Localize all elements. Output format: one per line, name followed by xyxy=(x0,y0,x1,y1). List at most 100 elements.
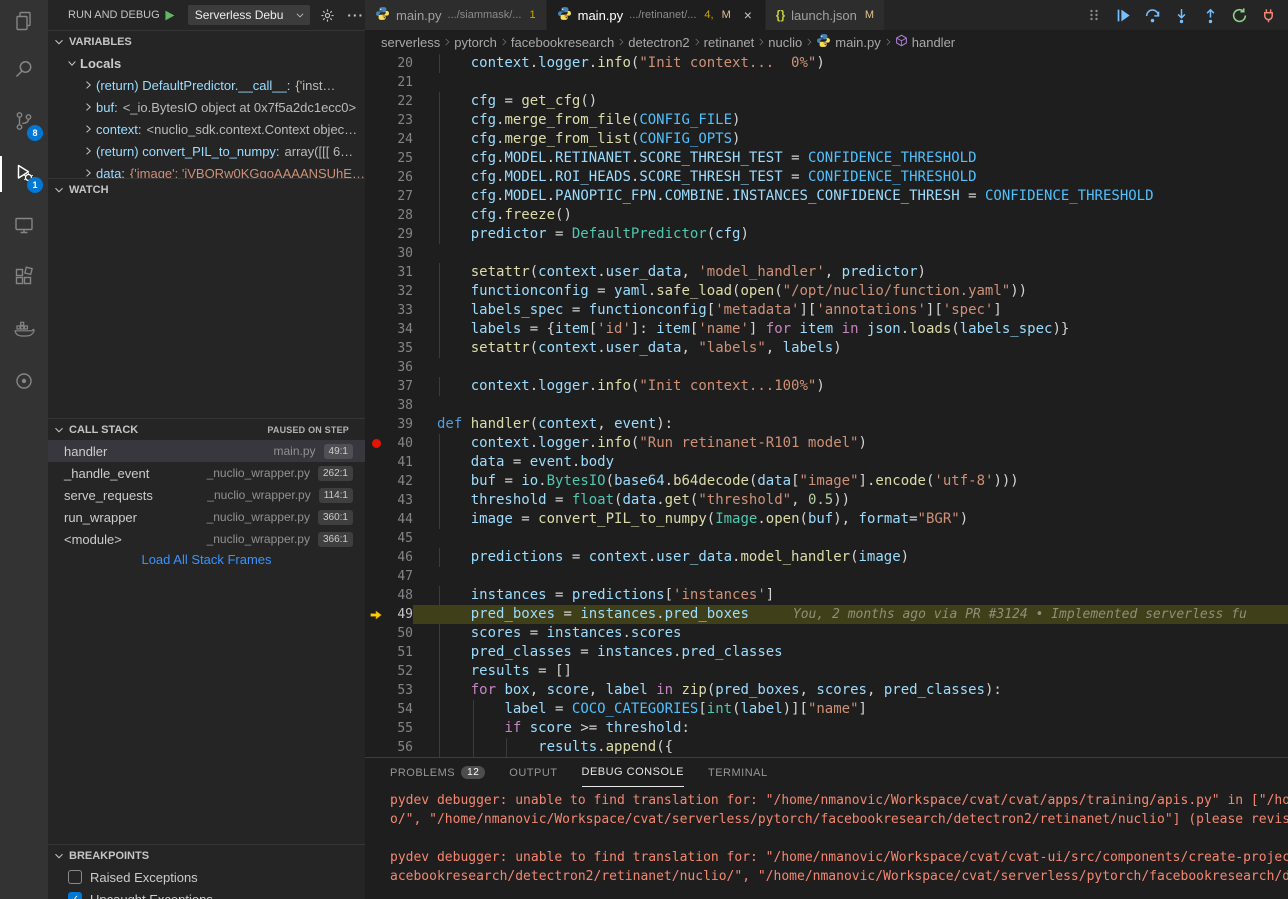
breakpoint-icon[interactable] xyxy=(372,439,381,448)
stack-frame[interactable]: handlermain.py49:1 xyxy=(48,440,365,462)
breakpoint-margin[interactable] xyxy=(365,510,387,529)
breadcrumb-item[interactable]: facebookresearch xyxy=(511,35,614,50)
variable-row[interactable]: data:{'image': 'iVBORw0KGgoAAAANSUhE… xyxy=(48,162,365,178)
variable-row[interactable]: context:<nuclio_sdk.context.Context obje… xyxy=(48,118,365,140)
breakpoint-margin[interactable] xyxy=(365,320,387,339)
breakpoint-row[interactable]: Raised Exceptions xyxy=(48,866,365,888)
variables-section-header[interactable]: VARIABLES xyxy=(48,30,365,52)
code-line-47[interactable]: 47 xyxy=(365,567,1288,586)
code-line-24[interactable]: 24 cfg.merge_from_list(CONFIG_OPTS) xyxy=(365,130,1288,149)
activitybar-extensions[interactable] xyxy=(0,252,48,304)
breakpoint-row[interactable]: ✓Uncaught Exceptions xyxy=(48,888,365,899)
breakpoint-margin[interactable] xyxy=(365,149,387,168)
breakpoint-margin[interactable] xyxy=(365,567,387,586)
breadcrumb-item[interactable]: main.py xyxy=(816,33,881,51)
launch-config-dropdown[interactable]: Serverless Debu xyxy=(188,5,310,25)
debug-start-button[interactable] xyxy=(160,5,180,25)
code-line-22[interactable]: 22 cfg = get_cfg() xyxy=(365,92,1288,111)
code-line-44[interactable]: 44 image = convert_PIL_to_numpy(Image.op… xyxy=(365,510,1288,529)
variable-row[interactable]: (return) convert_PIL_to_numpy:array([[[ … xyxy=(48,140,365,162)
breadcrumb-item[interactable]: nuclio xyxy=(768,35,802,50)
code-line-35[interactable]: 35 setattr(context.user_data, "labels", … xyxy=(365,339,1288,358)
variables-scope-locals[interactable]: Locals xyxy=(48,52,365,74)
code-line-42[interactable]: 42 buf = io.BytesIO(base64.b64decode(dat… xyxy=(365,472,1288,491)
breakpoint-margin[interactable] xyxy=(365,225,387,244)
breadcrumb-item[interactable]: detectron2 xyxy=(628,35,689,50)
code-line-25[interactable]: 25 cfg.MODEL.RETINANET.SCORE_THRESH_TEST… xyxy=(365,149,1288,168)
more-actions-icon[interactable]: ··· xyxy=(346,5,365,25)
debug-console-output[interactable]: pydev debugger: unable to find translati… xyxy=(365,787,1288,899)
panel-tab-problems[interactable]: PROBLEMS12 xyxy=(390,758,485,787)
code-line-34[interactable]: 34 labels = {item['id']: item['name'] fo… xyxy=(365,320,1288,339)
editor-tab[interactable]: main.py.../retinanet/...4,M× xyxy=(547,0,766,30)
breakpoint-margin[interactable] xyxy=(365,339,387,358)
breakpoint-margin[interactable] xyxy=(365,472,387,491)
code-line-51[interactable]: 51 pred_classes = instances.pred_classes xyxy=(365,643,1288,662)
panel-tab-debug-console[interactable]: DEBUG CONSOLE xyxy=(582,758,684,787)
step-over-button[interactable] xyxy=(1142,5,1162,25)
breakpoint-margin[interactable] xyxy=(365,453,387,472)
code-line-20[interactable]: 20 context.logger.info("Init context... … xyxy=(365,54,1288,73)
code-line-46[interactable]: 46 predictions = context.user_data.model… xyxy=(365,548,1288,567)
toolbar-grip-icon[interactable] xyxy=(1084,5,1104,25)
breakpoint-margin[interactable] xyxy=(365,54,387,73)
code-line-30[interactable]: 30 xyxy=(365,244,1288,263)
breakpoint-margin[interactable] xyxy=(365,377,387,396)
code-line-38[interactable]: 38 xyxy=(365,396,1288,415)
checkbox[interactable] xyxy=(68,870,82,884)
breakpoint-margin[interactable] xyxy=(365,301,387,320)
breakpoint-margin[interactable] xyxy=(365,434,387,453)
checkbox[interactable]: ✓ xyxy=(68,892,82,899)
breakpoint-margin[interactable] xyxy=(365,738,387,757)
code-line-32[interactable]: 32 functionconfig = yaml.safe_load(open(… xyxy=(365,282,1288,301)
code-line-28[interactable]: 28 cfg.freeze() xyxy=(365,206,1288,225)
stack-frame[interactable]: run_wrapper_nuclio_wrapper.py360:1 xyxy=(48,506,365,528)
variable-row[interactable]: buf:<_io.BytesIO object at 0x7f5a2dc1ecc… xyxy=(48,96,365,118)
breakpoint-margin[interactable] xyxy=(365,586,387,605)
breakpoint-margin[interactable] xyxy=(365,415,387,434)
breakpoint-margin[interactable] xyxy=(365,92,387,111)
breakpoint-margin[interactable] xyxy=(365,396,387,415)
breakpoint-margin[interactable] xyxy=(365,662,387,681)
activitybar-docker[interactable] xyxy=(0,304,48,356)
activitybar-explorer[interactable] xyxy=(0,0,48,44)
code-line-50[interactable]: 50 scores = instances.scores xyxy=(365,624,1288,643)
breakpoint-margin[interactable] xyxy=(365,282,387,301)
code-line-55[interactable]: 55 if score >= threshold: xyxy=(365,719,1288,738)
call-stack-section-header[interactable]: CALL STACK PAUSED ON STEP xyxy=(48,418,365,440)
breakpoints-section-header[interactable]: BREAKPOINTS xyxy=(48,844,365,866)
code-line-43[interactable]: 43 threshold = float(data.get("threshold… xyxy=(365,491,1288,510)
code-line-53[interactable]: 53 for box, score, label in zip(pred_box… xyxy=(365,681,1288,700)
activitybar-source-control[interactable]: 8 xyxy=(0,96,48,148)
panel-tab-output[interactable]: OUTPUT xyxy=(509,758,557,787)
code-line-37[interactable]: 37 context.logger.info("Init context...1… xyxy=(365,377,1288,396)
code-line-27[interactable]: 27 cfg.MODEL.PANOPTIC_FPN.COMBINE.INSTAN… xyxy=(365,187,1288,206)
breakpoint-margin[interactable] xyxy=(365,681,387,700)
continue-button[interactable] xyxy=(1113,5,1133,25)
stack-frame[interactable]: _handle_event_nuclio_wrapper.py262:1 xyxy=(48,462,365,484)
breakpoint-margin[interactable] xyxy=(365,187,387,206)
step-out-button[interactable] xyxy=(1200,5,1220,25)
breakpoint-margin[interactable] xyxy=(365,206,387,225)
code-line-54[interactable]: 54 label = COCO_CATEGORIES[int(label)]["… xyxy=(365,700,1288,719)
load-all-stack-frames-link[interactable]: Load All Stack Frames xyxy=(48,552,365,567)
code-line-48[interactable]: 48 instances = predictions['instances'] xyxy=(365,586,1288,605)
step-into-button[interactable] xyxy=(1171,5,1191,25)
breakpoint-margin[interactable] xyxy=(365,491,387,510)
breakpoint-margin[interactable] xyxy=(365,605,387,624)
close-icon[interactable]: × xyxy=(741,7,755,23)
breakpoint-margin[interactable] xyxy=(365,529,387,548)
activitybar-search[interactable] xyxy=(0,44,48,96)
breakpoint-margin[interactable] xyxy=(365,358,387,377)
variable-row[interactable]: (return) DefaultPredictor.__call__:{'ins… xyxy=(48,74,365,96)
code-line-33[interactable]: 33 labels_spec = functionconfig['metadat… xyxy=(365,301,1288,320)
editor-tab[interactable]: {}launch.jsonM xyxy=(766,0,885,30)
breadcrumb-item[interactable]: handler xyxy=(895,34,955,50)
stack-frame[interactable]: serve_requests_nuclio_wrapper.py114:1 xyxy=(48,484,365,506)
breakpoint-margin[interactable] xyxy=(365,700,387,719)
breakpoint-margin[interactable] xyxy=(365,263,387,282)
code-line-36[interactable]: 36 xyxy=(365,358,1288,377)
gear-icon[interactable] xyxy=(318,5,338,25)
breakpoint-margin[interactable] xyxy=(365,719,387,738)
watch-section-header[interactable]: WATCH xyxy=(48,178,365,200)
